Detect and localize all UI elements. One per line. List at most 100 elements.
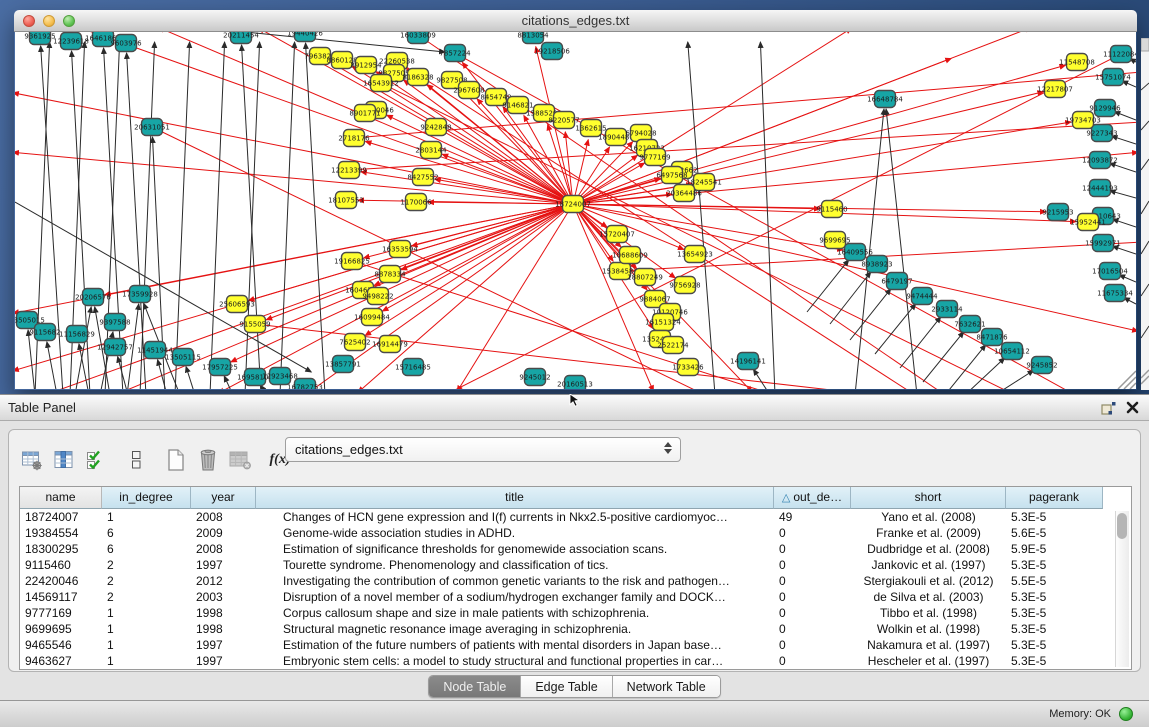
table-row[interactable]: 946554611997Estimation of the future num… [20, 637, 1131, 653]
cell-out_degree: 0 [774, 653, 851, 669]
cell-title: Structural magnetic resonance image aver… [256, 621, 774, 637]
graph-node-label: 8186328 [402, 74, 433, 82]
citation-edge-black[interactable] [886, 109, 917, 389]
table-row[interactable]: 1938455462009Genome-wide association stu… [20, 525, 1131, 541]
graph-node-label: 1170066 [400, 199, 432, 207]
row-merge-button[interactable] [123, 447, 149, 473]
table-row[interactable]: 1872400712008Changes of HCN gene express… [20, 509, 1131, 525]
graph-node-label: 16033809 [400, 32, 436, 40]
column-header-name[interactable]: name [20, 487, 102, 509]
citation-edge-red[interactable] [219, 204, 573, 389]
citation-edge-black[interactable] [850, 289, 891, 340]
graph-node-label: 6479197 [881, 278, 912, 286]
cell-title: Embryonic stem cells: a model to study s… [256, 653, 774, 669]
table-row[interactable]: 977716911998Corpus callosum shape and si… [20, 605, 1131, 621]
table-row[interactable]: 946362711997Embryonic stem cells: a mode… [20, 653, 1131, 669]
column-header-short[interactable]: short [851, 487, 1006, 509]
graph-node-label: 16151324 [645, 319, 681, 327]
citation-edge-black[interactable] [306, 43, 325, 389]
network-window-titlebar[interactable]: citations_edges.txt [14, 10, 1137, 32]
citation-edge-black[interactable] [127, 53, 146, 389]
cell-title: Estimation of the future numbers of pati… [256, 637, 774, 653]
citation-edge-red[interactable] [385, 85, 1015, 389]
delete-trash-button[interactable] [195, 447, 221, 473]
cytoscape-app: citations_edges.txt 18724007796382288601… [0, 0, 1149, 727]
tab-edge-table[interactable]: Edge Table [521, 676, 612, 697]
select-rows-button[interactable] [83, 447, 109, 473]
graph-node-label: 2803144 [415, 147, 447, 155]
graph-node-label: 9361925 [24, 33, 55, 41]
citation-edge-black[interactable] [210, 42, 225, 389]
table-row[interactable]: 1830029562008Estimation of significance … [20, 541, 1131, 557]
citation-edge-red[interactable] [266, 204, 573, 320]
citation-edge-black[interactable] [224, 376, 233, 389]
cell-title: Genome-wide association studies in ADHD. [256, 525, 774, 541]
cell-pagerank: 5.3E-5 [1006, 637, 1103, 653]
delete-table-button[interactable] [227, 447, 253, 473]
table-scrollbar-thumb[interactable] [1117, 513, 1127, 539]
background-window-sliver [1141, 38, 1149, 390]
new-document-button[interactable] [163, 447, 189, 473]
close-panel-icon[interactable] [1126, 401, 1139, 414]
citation-edge-black[interactable] [688, 42, 715, 389]
show-column-button[interactable] [51, 447, 77, 473]
citation-edge-red[interactable] [382, 204, 573, 311]
citation-edge-black[interactable] [900, 317, 941, 368]
table-row[interactable]: 911546021997Tourette syndrome. Phenomeno… [20, 557, 1131, 573]
graph-node-label: 11675334 [1097, 290, 1133, 298]
graph-node-label: 11122084 [1103, 51, 1136, 59]
citation-edge-black[interactable] [47, 342, 57, 389]
memory-status-indicator[interactable] [1119, 707, 1133, 721]
graph-node-label: 20160513 [557, 381, 593, 389]
column-header-title[interactable]: title [256, 487, 774, 509]
cell-name: 9115460 [20, 557, 102, 573]
table-row[interactable]: 2242004622012Investigating the contribut… [20, 573, 1131, 589]
graph-node-label: 16353594 [382, 246, 418, 254]
citation-edge-black[interactable] [280, 42, 295, 389]
table-row[interactable]: 1456911722003Disruption of a novel membe… [20, 589, 1131, 605]
graph-node-label: 9884067 [639, 296, 670, 304]
window-resize-grip-icon[interactable] [1118, 371, 1136, 389]
float-panel-icon[interactable] [1101, 401, 1116, 415]
citation-network-graph[interactable]: 1872400779638228860128891295422260538982… [15, 32, 1136, 389]
graph-node-label: 16099484 [354, 314, 390, 322]
table-scrollbar[interactable] [1115, 511, 1129, 667]
citation-edge-red[interactable] [457, 204, 573, 389]
graph-node-label: 9155059 [239, 321, 270, 329]
citation-edge-red[interactable] [573, 32, 1031, 204]
table-row[interactable]: 969969511998Structural magnetic resonanc… [20, 621, 1131, 637]
citation-edge-black[interactable] [1119, 275, 1136, 282]
graph-node-label: 8427552 [407, 174, 438, 182]
column-header-in_degree[interactable]: in_degree [102, 487, 191, 509]
citation-edge-black[interactable] [995, 370, 1034, 389]
column-header-year[interactable]: year [191, 487, 256, 509]
citation-edge-black[interactable] [140, 42, 155, 389]
table-header-row: namein_degreeyeartitle△out_de…shortpager… [20, 487, 1131, 509]
cell-out_degree: 0 [774, 557, 851, 573]
tab-node-table[interactable]: Node Table [429, 676, 521, 697]
tab-network-table[interactable]: Network Table [613, 676, 720, 697]
sort-ascending-icon: △ [782, 492, 790, 504]
citation-edge-black[interactable] [1114, 112, 1136, 120]
table-source-dropdown[interactable]: citations_edges.txt [285, 437, 681, 462]
column-header-out_degree[interactable]: △out_de… [774, 487, 851, 509]
cell-title: Corpus callosum shape and size in male p… [256, 605, 774, 621]
citation-edge-black[interactable] [28, 330, 35, 389]
citation-edge-red[interactable] [361, 172, 573, 204]
cell-name: 18724007 [20, 509, 102, 525]
citation-edge-black[interactable] [807, 260, 849, 312]
citation-edge-black[interactable] [753, 369, 770, 389]
column-header-pagerank[interactable]: pagerank [1006, 487, 1103, 509]
graph-node-label: 2522174 [657, 342, 689, 350]
citation-edge-black[interactable] [945, 345, 986, 389]
citation-edge-black[interactable] [1122, 81, 1136, 87]
network-canvas[interactable]: 1872400779638228860128891295422260538982… [15, 32, 1136, 389]
table-settings-button[interactable] [19, 447, 45, 473]
graph-node-label: 9227343 [1086, 130, 1117, 138]
cell-short: Franke et al. (2009) [851, 525, 1006, 541]
citation-edge-black[interactable] [175, 42, 190, 389]
cell-year: 1997 [191, 653, 256, 669]
citation-edge-black[interactable] [923, 332, 964, 382]
citation-edge-black[interactable] [760, 42, 775, 389]
citation-edge-black[interactable] [186, 367, 195, 389]
